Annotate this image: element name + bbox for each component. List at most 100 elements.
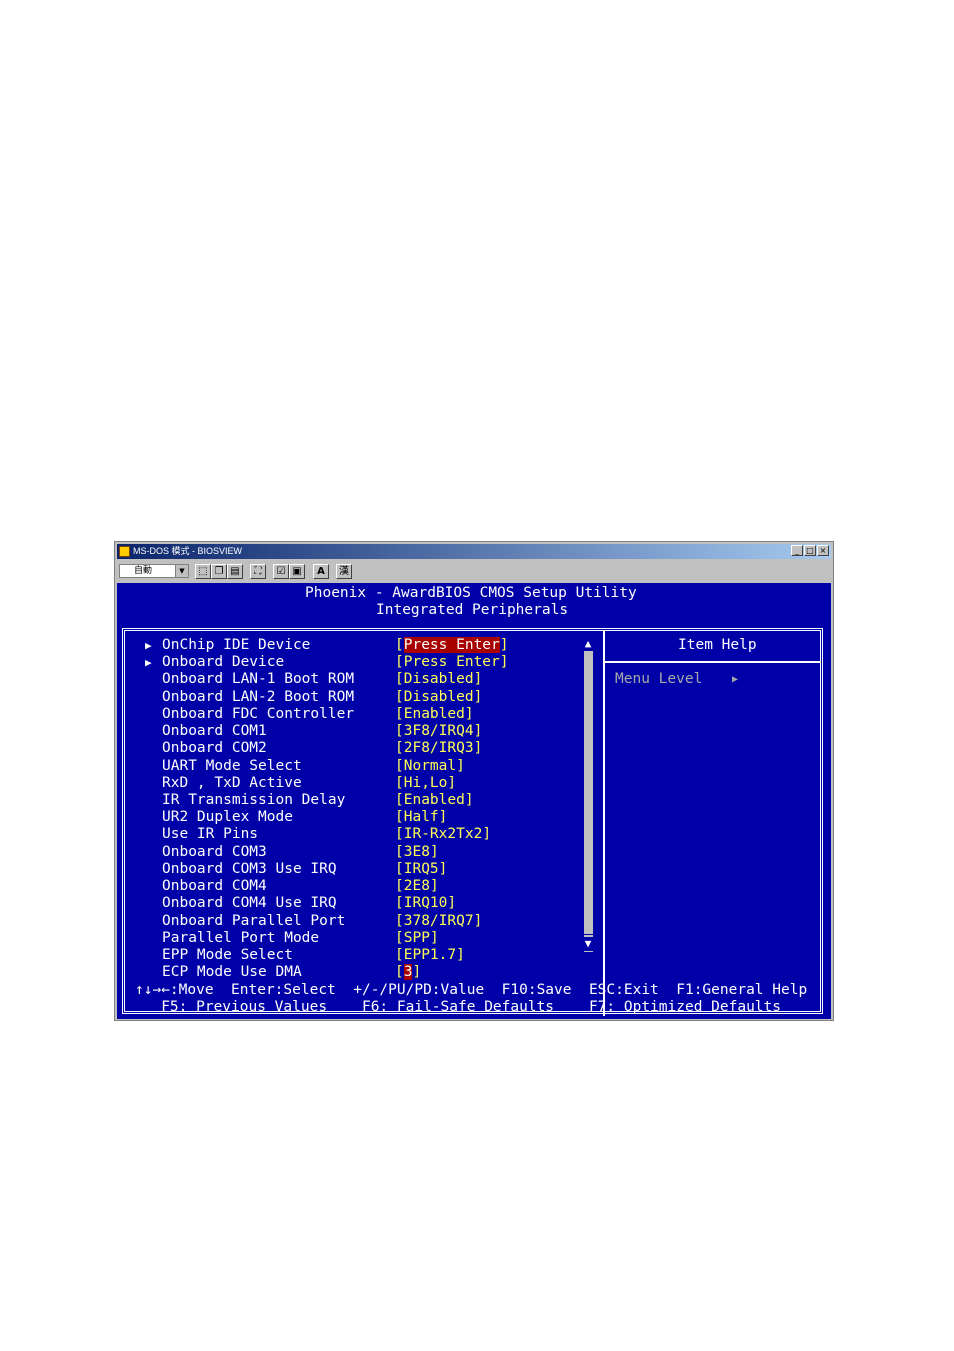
setting-row[interactable]: Onboard LAN-2 Boot ROM [Disabled]	[117, 689, 577, 706]
value-bracket-left: [	[395, 895, 404, 912]
font-icon[interactable]: A	[313, 564, 329, 579]
setting-value[interactable]: [EPP1.7]	[395, 947, 465, 964]
dos-window: MS-DOS 模式 - BIOSVIEW _ □ × 自動 ▼ ⬚ ❐ ▤ ⛶ …	[114, 541, 834, 1021]
setting-value[interactable]: [Press Enter]	[395, 654, 509, 671]
setting-value[interactable]: [IR-Rx2Tx2]	[395, 826, 491, 843]
setting-label: Use IR Pins	[162, 826, 259, 843]
msdos-app-icon[interactable]	[119, 546, 130, 557]
key-help-line1: ↑↓→←:Move Enter:Select +/-/PU/PD:Value F…	[135, 982, 808, 998]
setting-row[interactable]: Onboard COM2 [2F8/IRQ3]	[117, 740, 577, 757]
submenu-arrow-icon: ▶	[145, 639, 152, 652]
value-bracket-right: ]	[456, 757, 465, 774]
setting-value[interactable]: [Disabled]	[395, 689, 482, 706]
setting-value[interactable]: [3E8]	[395, 844, 439, 861]
setting-row[interactable]: Onboard COM4 Use IRQ [IRQ10]	[117, 895, 577, 912]
setting-row[interactable]: UR2 Duplex Mode [Half]	[117, 809, 577, 826]
setting-value[interactable]: [Enabled]	[395, 706, 474, 723]
properties-icon[interactable]: ☑	[273, 564, 289, 579]
setting-row[interactable]: ▶ OnChip IDE Device [Press Enter]	[117, 637, 577, 654]
value-bracket-right: ]	[456, 946, 465, 963]
settings-list: ▶ OnChip IDE Device [Press Enter] ▶ Onboard …	[117, 637, 597, 981]
copy-icon[interactable]: ❐	[211, 564, 227, 579]
close-button[interactable]: ×	[817, 545, 829, 556]
setting-value[interactable]: [3]	[395, 964, 421, 981]
bios-console: Phoenix - AwardBIOS CMOS Setup Utility I…	[117, 583, 831, 1019]
setting-row[interactable]: Onboard COM3 [3E8]	[117, 844, 577, 861]
setting-row[interactable]: Parallel Port Mode [SPP]	[117, 930, 577, 947]
mark-icon[interactable]: ⬚	[195, 564, 211, 579]
setting-value[interactable]: [378/IRQ7]	[395, 913, 482, 930]
value-bracket-right: ]	[464, 791, 474, 808]
setting-label: Onboard COM2	[162, 740, 267, 757]
scrollbar[interactable]: ▲ ▼	[582, 637, 594, 952]
value-bracket-right: ]	[412, 964, 422, 981]
setting-value[interactable]: [2F8/IRQ3]	[395, 740, 482, 757]
title-bar[interactable]: MS-DOS 模式 - BIOSVIEW _ □ ×	[117, 544, 831, 559]
setting-value[interactable]: [Half]	[395, 809, 447, 826]
value-bracket-left: [	[395, 946, 404, 963]
setting-label: Onboard COM3 Use IRQ	[162, 860, 337, 877]
setting-value[interactable]: [Normal]	[395, 758, 465, 775]
ime-icon[interactable]: 漢	[336, 564, 352, 579]
maximize-button[interactable]: □	[804, 545, 816, 556]
value-bracket-left: [	[395, 964, 404, 981]
scroll-down-icon[interactable]: ▼	[582, 937, 594, 951]
setting-value[interactable]: [Hi,Lo]	[395, 775, 456, 792]
setting-label: ECP Mode Use DMA	[162, 964, 302, 981]
setting-value-text: IR-Rx2Tx2	[403, 826, 483, 843]
setting-label: Onboard COM1	[162, 723, 267, 740]
paste-icon[interactable]: ▤	[227, 564, 243, 579]
setting-value[interactable]: [Disabled]	[395, 671, 482, 688]
value-bracket-right: ]	[438, 809, 448, 826]
setting-value[interactable]: [SPP]	[395, 930, 439, 947]
fullscreen-icon[interactable]: ⛶	[250, 564, 266, 579]
submenu-arrow-icon: ▶	[145, 656, 152, 670]
setting-row[interactable]: Onboard COM3 Use IRQ [IRQ5]	[117, 861, 577, 878]
value-bracket-left: [	[395, 671, 404, 688]
chevron-down-icon[interactable]: ▼	[175, 565, 188, 577]
bios-subtitle: Integrated Peripherals	[376, 602, 569, 618]
scroll-track[interactable]	[584, 637, 593, 951]
setting-row[interactable]: Onboard COM4 [2E8]	[117, 878, 577, 895]
value-bracket-left: [	[395, 637, 404, 653]
setting-value[interactable]: [IRQ10]	[395, 895, 456, 912]
value-bracket-left: [	[395, 705, 404, 722]
setting-row[interactable]: Onboard LAN-1 Boot ROM [Disabled]	[117, 671, 577, 688]
setting-value-text: 2F8/IRQ3	[403, 740, 474, 757]
setting-value-text: Disabled	[403, 671, 474, 688]
setting-value[interactable]: [Enabled]	[395, 792, 474, 809]
value-bracket-left: [	[395, 826, 404, 843]
value-bracket-left: [	[395, 843, 404, 860]
setting-row[interactable]: Onboard COM1 [3F8/IRQ4]	[117, 723, 577, 740]
setting-label: Onboard LAN-2 Boot ROM	[162, 688, 355, 705]
bios-title: Phoenix - AwardBIOS CMOS Setup Utility	[305, 585, 637, 601]
setting-value[interactable]: [2E8]	[395, 878, 439, 895]
setting-row[interactable]: Onboard Parallel Port [378/IRQ7]	[117, 913, 577, 930]
setting-label: IR Transmission Delay	[162, 791, 346, 808]
value-bracket-left: [	[395, 809, 404, 826]
setting-row[interactable]: ▶ Onboard Device [Press Enter]	[117, 654, 577, 671]
setting-row[interactable]: Onboard FDC Controller [Enabled]	[117, 706, 577, 723]
scroll-up-icon[interactable]: ▲	[582, 637, 594, 651]
value-bracket-left: [	[395, 723, 404, 740]
setting-row[interactable]: Use IR Pins [IR-Rx2Tx2]	[117, 826, 577, 843]
setting-row[interactable]: RxD , TxD Active [Hi,Lo]	[117, 775, 577, 792]
value-bracket-right: ]	[429, 878, 439, 895]
value-bracket-left: [	[395, 740, 404, 757]
window-title: MS-DOS 模式 - BIOSVIEW	[133, 546, 243, 556]
value-bracket-left: [	[395, 757, 404, 774]
setting-row[interactable]: IR Transmission Delay [Enabled]	[117, 792, 577, 809]
setting-row[interactable]: EPP Mode Select [EPP1.7]	[117, 947, 577, 964]
setting-value[interactable]: [IRQ5]	[395, 861, 447, 878]
font-size-select[interactable]: 自動 ▼	[119, 564, 189, 578]
setting-row[interactable]: UART Mode Select [Normal]	[117, 758, 577, 775]
setting-label: Onboard FDC Controller	[162, 705, 355, 722]
setting-value-text: Press Enter	[403, 654, 500, 671]
background-icon[interactable]: ▣	[289, 564, 305, 579]
setting-value[interactable]: [Press Enter]	[395, 637, 509, 654]
value-bracket-left: [	[395, 878, 404, 895]
setting-value[interactable]: [3F8/IRQ4]	[395, 723, 482, 740]
setting-row[interactable]: ECP Mode Use DMA [3]	[117, 964, 577, 981]
minimize-button[interactable]: _	[791, 545, 803, 556]
value-bracket-right: ]	[429, 929, 439, 946]
